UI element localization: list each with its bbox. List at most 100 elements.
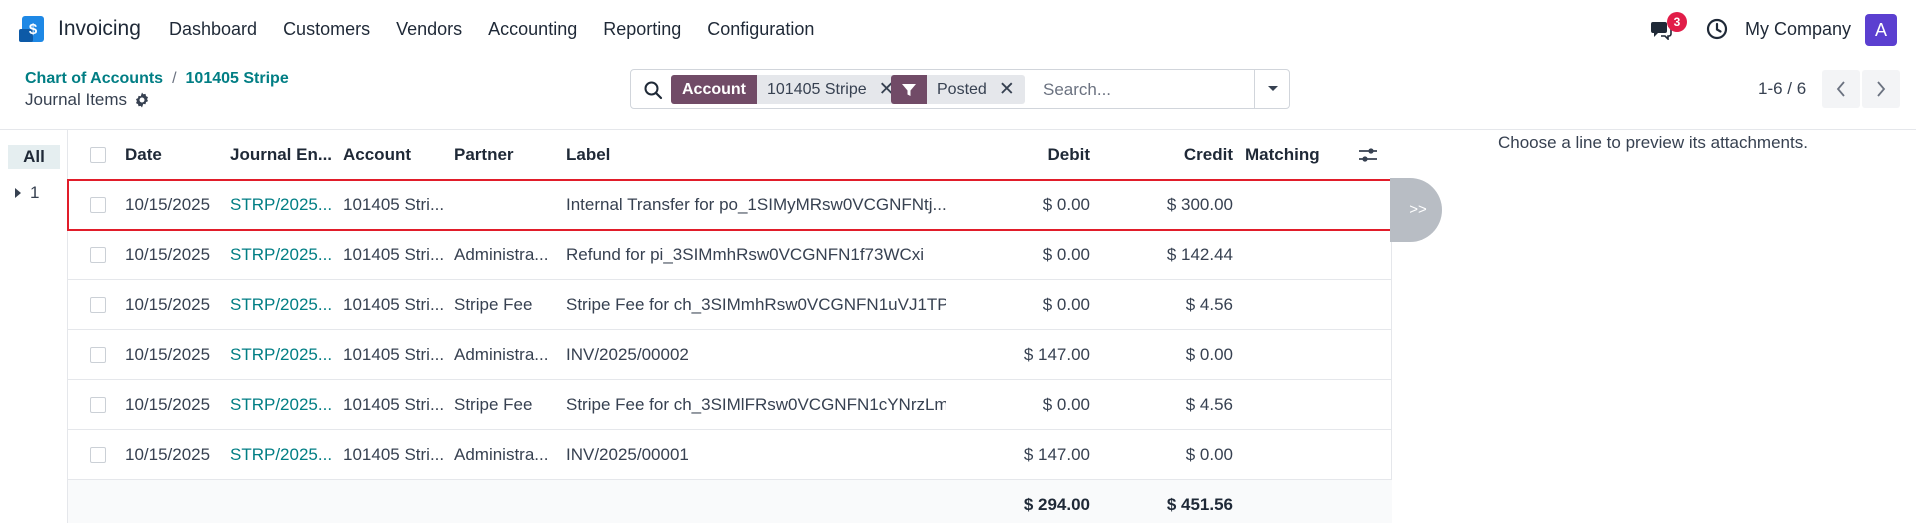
table-row[interactable]: 10/15/2025 STRP/2025... 101405 Stri... I… — [67, 179, 1393, 231]
cell-debit: $ 0.00 — [1042, 195, 1090, 214]
total-debit: $ 294.00 — [1023, 495, 1090, 514]
cell-account: 101405 Stri... — [343, 195, 445, 214]
cell-account: 101405 Stri... — [343, 295, 445, 314]
row-checkbox[interactable] — [90, 297, 106, 313]
cell-label: Stripe Fee for ch_3SIMmhRsw0VCGNFN1uVJ1T… — [566, 295, 946, 314]
app-name[interactable]: Invoicing — [58, 17, 141, 41]
cell-account: 101405 Stri... — [343, 345, 445, 364]
table-row[interactable]: 10/15/2025 STRP/2025... 101405 Stri... A… — [68, 430, 1392, 480]
cell-partner — [454, 180, 560, 230]
gear-icon[interactable] — [134, 92, 150, 108]
menu-configuration[interactable]: Configuration — [707, 19, 814, 40]
menu-dashboard[interactable]: Dashboard — [169, 19, 257, 40]
pager-previous-button[interactable] — [1822, 70, 1860, 108]
svg-text:$: $ — [29, 21, 38, 38]
column-header-matching[interactable]: Matching — [1245, 130, 1345, 180]
row-checkbox[interactable] — [90, 347, 106, 363]
cell-credit: $ 0.00 — [1185, 445, 1233, 464]
search-options-toggle[interactable] — [1254, 70, 1290, 108]
column-header-label[interactable]: Label — [566, 130, 946, 180]
cell-account: 101405 Stri... — [343, 395, 445, 414]
cell-matching — [1245, 280, 1345, 330]
user-avatar[interactable]: A — [1865, 14, 1897, 46]
search-icon[interactable] — [643, 80, 663, 100]
facet-account: Account 101405 Stripe ✕ — [671, 75, 905, 104]
row-checkbox[interactable] — [90, 447, 106, 463]
chevron-right-icon — [1877, 81, 1886, 97]
facet-posted: Posted ✕ — [891, 75, 1025, 104]
pager-next-button[interactable] — [1862, 70, 1900, 108]
search-input[interactable] — [1043, 78, 1243, 102]
cell-journal-entry[interactable]: STRP/2025... — [230, 330, 338, 380]
row-checkbox[interactable] — [90, 197, 106, 213]
cell-label: Refund for pi_3SIMmhRsw0VCGNFN1f73WCxi — [566, 245, 925, 264]
row-checkbox[interactable] — [90, 397, 106, 413]
table-row[interactable]: 10/15/2025 STRP/2025... 101405 Stri... A… — [68, 230, 1392, 280]
cell-debit: $ 147.00 — [1023, 345, 1090, 364]
facet-account-value-block: 101405 Stripe ✕ — [757, 75, 905, 104]
total-credit: $ 451.56 — [1166, 495, 1233, 514]
menu-reporting[interactable]: Reporting — [603, 19, 681, 40]
cell-journal-entry[interactable]: STRP/2025... — [230, 180, 338, 230]
breadcrumb-chart-of-accounts[interactable]: Chart of Accounts — [25, 70, 163, 87]
page-title-block: Journal Items — [25, 90, 150, 110]
cell-debit: $ 0.00 — [1042, 395, 1090, 414]
cell-debit: $ 147.00 — [1023, 445, 1090, 464]
cell-partner: Stripe Fee — [454, 395, 533, 414]
cell-journal-entry[interactable]: STRP/2025... — [230, 280, 338, 330]
cell-matching — [1245, 430, 1345, 480]
breadcrumb-separator: / — [172, 70, 177, 87]
company-switcher[interactable]: My Company — [1745, 19, 1851, 40]
cell-label: Internal Transfer for po_1SIMyMRsw0VCGNF… — [566, 195, 946, 214]
column-header-partner[interactable]: Partner — [454, 130, 560, 180]
cell-label: INV/2025/00001 — [566, 445, 689, 464]
cell-journal-entry[interactable]: STRP/2025... — [230, 380, 338, 430]
activity-clock-icon[interactable] — [1706, 18, 1728, 40]
facet-posted-value: Posted — [937, 81, 987, 98]
chat-badge: 3 — [1667, 12, 1687, 32]
cell-label: INV/2025/00002 — [566, 345, 689, 364]
cell-label: Stripe Fee for ch_3SIMlFRsw0VCGNFN1cYNrz… — [566, 395, 946, 414]
cell-journal-entry[interactable]: STRP/2025... — [230, 230, 338, 280]
menu-vendors[interactable]: Vendors — [396, 19, 462, 40]
cell-matching — [1245, 230, 1345, 280]
column-header-date[interactable]: Date — [125, 130, 225, 180]
menu-accounting[interactable]: Accounting — [488, 19, 577, 40]
table-row[interactable]: 10/15/2025 STRP/2025... 101405 Stri... A… — [68, 330, 1392, 380]
column-header-journal-entry[interactable]: Journal En... — [230, 130, 338, 180]
caret-right-icon — [15, 188, 21, 198]
optional-columns-icon[interactable] — [1358, 147, 1378, 163]
menu-customers[interactable]: Customers — [283, 19, 370, 40]
column-header-debit[interactable]: Debit — [968, 130, 1091, 180]
cell-credit: $ 0.00 — [1185, 345, 1233, 364]
cell-debit: $ 0.00 — [1042, 295, 1090, 314]
cell-partner: Administra... — [454, 345, 549, 364]
top-navbar: $ Invoicing Dashboard Customers Vendors … — [0, 0, 1916, 58]
group-item[interactable]: 1 — [14, 183, 39, 203]
breadcrumb: Chart of Accounts / 101405 Stripe — [25, 70, 289, 88]
facet-account-tag: Account — [671, 75, 757, 104]
chevron-left-icon — [1836, 81, 1845, 97]
facet-account-value: 101405 Stripe — [767, 81, 867, 98]
attachment-preview-message: Choose a line to preview its attachments… — [1498, 133, 1808, 152]
cell-credit: $ 4.56 — [1185, 395, 1233, 414]
breadcrumb-account[interactable]: 101405 Stripe — [186, 70, 289, 87]
cell-debit: $ 0.00 — [1042, 245, 1090, 264]
cell-date: 10/15/2025 — [125, 345, 211, 364]
column-header-account[interactable]: Account — [343, 130, 448, 180]
group-item-label: 1 — [30, 183, 40, 202]
table-row[interactable]: 10/15/2025 STRP/2025... 101405 Stri... S… — [68, 380, 1392, 430]
expand-preview-button[interactable]: >> — [1390, 178, 1442, 242]
group-all[interactable]: All — [8, 145, 60, 169]
table-row[interactable]: 10/15/2025 STRP/2025... 101405 Stri... S… — [68, 280, 1392, 330]
main-menu: Dashboard Customers Vendors Accounting R… — [169, 19, 814, 40]
table-header: Date Journal En... Account Partner Label… — [68, 130, 1392, 180]
column-header-credit[interactable]: Credit — [1108, 130, 1233, 180]
row-checkbox[interactable] — [90, 247, 106, 263]
pager-value[interactable]: 1-6 / 6 — [1758, 79, 1806, 99]
cell-journal-entry[interactable]: STRP/2025... — [230, 430, 338, 480]
invoicing-app-icon[interactable]: $ — [18, 15, 46, 43]
remove-facet-posted-icon[interactable]: ✕ — [999, 75, 1015, 104]
select-all-checkbox[interactable] — [90, 147, 106, 163]
cell-partner: Administra... — [454, 245, 549, 264]
